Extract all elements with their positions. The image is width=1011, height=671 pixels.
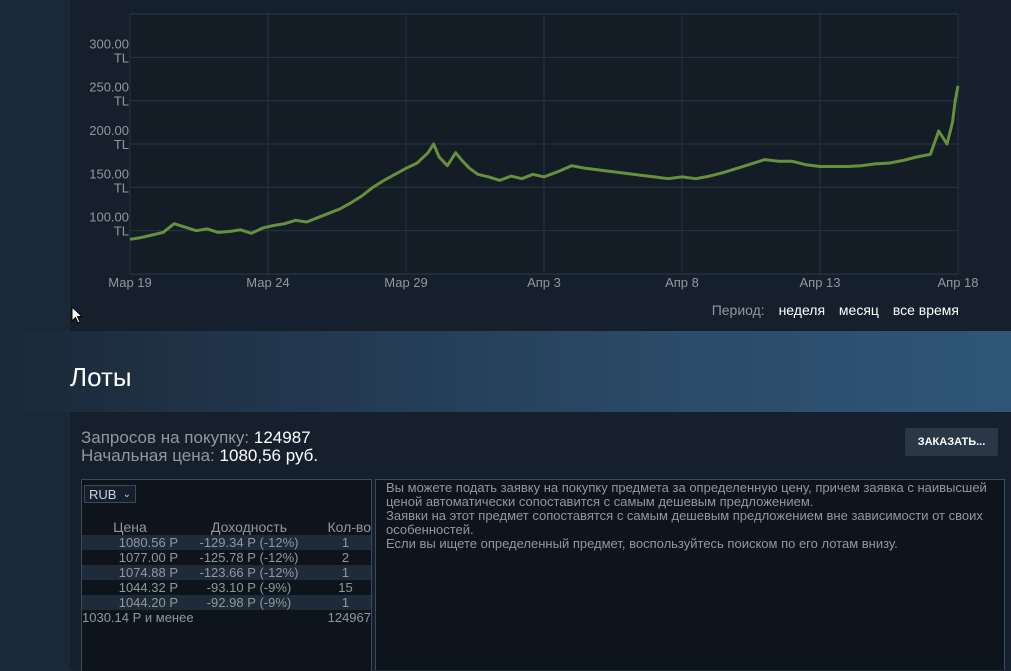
table-row: 1077.00 Р -125.78 Р (-12%) 2 [82, 550, 371, 565]
lots-title: Лоты [70, 362, 132, 392]
row-qty: 1 [320, 535, 371, 550]
row-yield: -129.34 Р (-12%) [178, 535, 320, 550]
chart-svg: Мар 19 Мар 24 Мар 29 Апр 3 Апр 8 Апр 13 Апр 18… [89, 13, 979, 290]
y-tick-unit: TL [114, 94, 129, 109]
chevron-down-icon: ⌄ [122, 489, 131, 500]
description-paragraph: Вы можете подать заявку на покупку предм… [386, 480, 987, 509]
y-tick-label: 150.00 [89, 166, 129, 181]
x-tick-label: Апр 3 [527, 275, 561, 290]
buy-requests-line: Запросов на покупку: 124987 [81, 428, 311, 448]
start-price-label: Начальная цена: [81, 446, 215, 465]
col-qty-header: Кол-во [327, 518, 371, 535]
period-all-link[interactable]: все время [893, 302, 959, 318]
row-price: 1077.00 Р [118, 550, 178, 565]
x-tick-label: Апр 8 [665, 275, 699, 290]
price-history-chart: Мар 19 Мар 24 Мар 29 Апр 3 Апр 8 Апр 13 Апр 18… [70, 0, 1011, 331]
description-paragraph: Заявки на этот предмет сопоставятся с са… [386, 508, 983, 537]
footer-price: 1030.14 Р и менее [82, 610, 194, 625]
currency-value: RUB [89, 487, 117, 502]
y-tick-unit: TL [114, 50, 129, 65]
row-price: 1080.56 Р [82, 535, 178, 550]
row-yield: -123.66 Р (-12%) [178, 565, 320, 580]
buy-order-description: Вы можете подать заявку на покупку предм… [375, 479, 1005, 670]
row-price: 1044.32 Р [118, 580, 178, 595]
currency-select[interactable]: RUB ⌄ [84, 485, 136, 503]
table-row: 1080.56 Р -129.34 Р (-12%) 1 [82, 535, 371, 550]
period-week-link[interactable]: неделя [779, 302, 825, 318]
row-qty: 1 [320, 565, 371, 580]
y-tick-label: 250.00 [89, 80, 129, 95]
y-tick-unit: TL [114, 224, 129, 239]
table-row-footer: 1030.14 Р и менее 124967 [82, 610, 371, 625]
buy-requests-label: Запросов на покупку: [81, 428, 250, 447]
x-tick-label: Апр 13 [799, 275, 840, 290]
row-yield: -92.98 Р (-9%) [178, 595, 320, 610]
col-yield-header: Доходность [211, 518, 287, 535]
y-tick-label: 100.00 [89, 210, 129, 225]
x-tick-label: Мар 29 [384, 275, 428, 290]
y-tick-label: 300.00 [89, 36, 129, 51]
col-price-header: Цена [113, 518, 147, 535]
footer-qty: 124967 [327, 610, 371, 625]
place-order-button[interactable]: ЗАКАЗАТЬ... [905, 428, 998, 456]
table-row: 1044.32 Р -93.10 Р (-9%) 15 [82, 580, 371, 595]
lots-header-band [0, 331, 1011, 412]
y-tick-unit: TL [114, 180, 129, 195]
table-row: 1074.88 Р -123.66 Р (-12%) 1 [82, 565, 371, 580]
row-qty: 15 [338, 580, 353, 595]
table-row: 1044.20 Р -92.98 Р (-9%) 1 [82, 595, 371, 610]
row-yield: -93.10 Р (-9%) [206, 580, 292, 595]
period-label: Период: [711, 302, 765, 318]
buy-orders-panel: Запросов на покупку: 124987 Начальная це… [70, 412, 1011, 671]
x-tick-label: Мар 24 [246, 275, 290, 290]
period-month-link[interactable]: месяц [839, 302, 879, 318]
x-tick-label: Мар 19 [108, 275, 152, 290]
buy-requests-value: 124987 [253, 428, 311, 447]
order-book-header: Цена Доходность Кол-во [82, 518, 371, 535]
description-paragraph: Если вы ищете определенный предмет, восп… [386, 536, 898, 551]
order-book: RUB ⌄ Цена Доходность Кол-во 1080.56 Р -… [81, 479, 372, 671]
y-tick-label: 200.00 [89, 123, 129, 138]
y-tick-unit: TL [114, 137, 129, 152]
row-price: 1044.20 Р [82, 595, 178, 610]
order-book-table: Цена Доходность Кол-во 1080.56 Р -129.34… [82, 518, 371, 625]
row-qty: 2 [341, 550, 350, 565]
row-qty: 1 [320, 595, 371, 610]
start-price-value: 1080,56 руб. [219, 446, 319, 465]
period-selector: Период: неделя месяц все время [712, 302, 959, 318]
start-price-line: Начальная цена: 1080,56 руб. [81, 446, 318, 466]
x-tick-label: Апр 18 [937, 275, 978, 290]
row-price: 1074.88 Р [82, 565, 178, 580]
mouse-cursor-icon [71, 306, 83, 324]
row-yield: -125.78 Р (-12%) [199, 550, 299, 565]
